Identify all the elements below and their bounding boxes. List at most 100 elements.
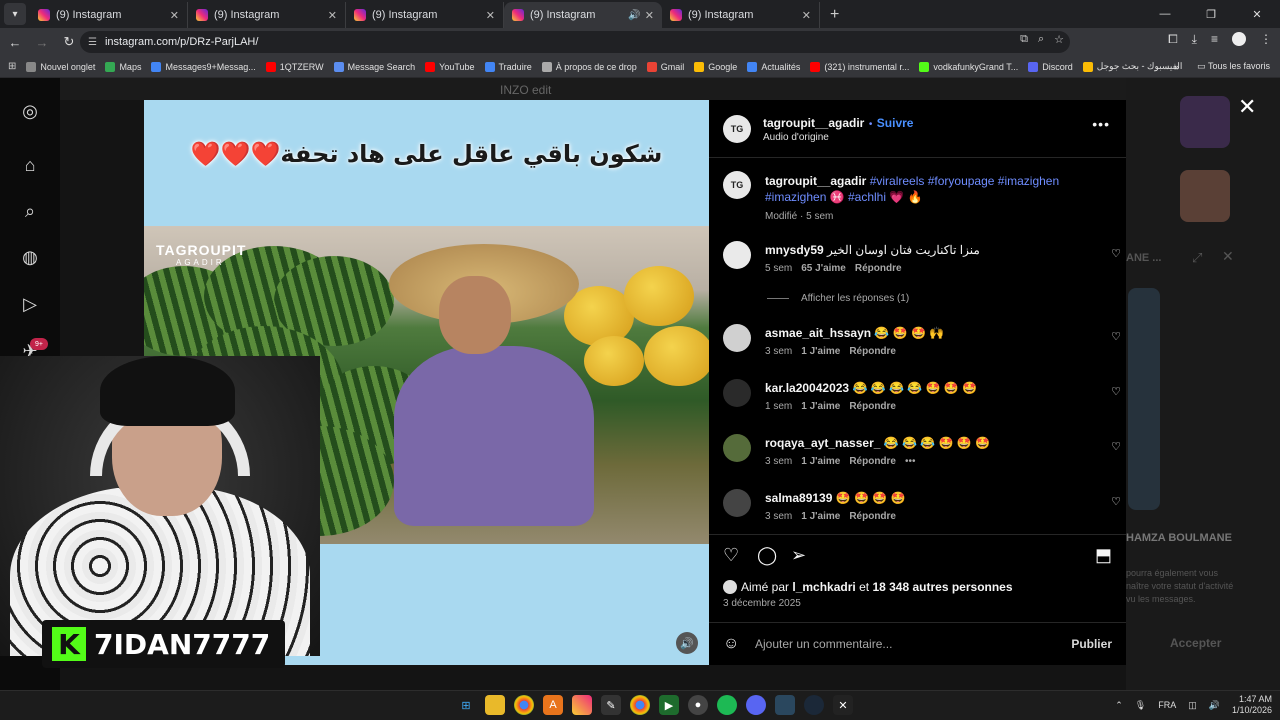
bookmark-item[interactable]: Nouvel onglet xyxy=(26,61,95,72)
like-heart-icon[interactable]: ♡ xyxy=(723,545,739,566)
caption-author-avatar[interactable]: TG xyxy=(723,171,751,199)
browser-tab[interactable]: (9) Instagram ✕ xyxy=(188,2,346,28)
comment-more-icon[interactable]: ••• xyxy=(905,456,916,467)
view-replies-button[interactable]: Afficher les réponses (1) xyxy=(767,293,909,304)
browser-tab-active[interactable]: (9) Instagram 🔊 ✕ xyxy=(504,2,662,28)
app-icon[interactable]: A xyxy=(543,695,563,715)
spotify-icon[interactable] xyxy=(717,695,737,715)
follow-button[interactable]: Suivre xyxy=(877,116,914,130)
commenter-avatar[interactable] xyxy=(723,241,751,269)
extensions-icon[interactable]: ⧠ xyxy=(1168,32,1178,47)
commenter-avatar[interactable] xyxy=(723,434,751,462)
all-bookmarks-button[interactable]: ▭ Tous les favoris xyxy=(1197,61,1270,72)
comment-likes[interactable]: 1 J'aime xyxy=(801,511,840,522)
author-avatar[interactable]: TG xyxy=(723,115,751,143)
browser-tab[interactable]: (9) Instagram ✕ xyxy=(662,2,820,28)
obs-icon[interactable]: ● xyxy=(688,695,708,715)
home-icon[interactable]: ⌂ xyxy=(19,154,41,176)
browser-tab[interactable]: (9) Instagram ✕ xyxy=(346,2,504,28)
bookmark-item[interactable]: Discord xyxy=(1028,61,1073,72)
commenter-username[interactable]: salma89139 xyxy=(765,491,832,505)
publish-button[interactable]: Publier xyxy=(1071,637,1112,651)
reply-button[interactable]: Répondre xyxy=(849,456,896,467)
liked-by-others[interactable]: 18 348 autres personnes xyxy=(872,580,1012,594)
emoji-picker-icon[interactable]: ☺ xyxy=(723,635,739,653)
comment-like-heart-icon[interactable]: ♡ xyxy=(1111,247,1121,260)
reply-button[interactable]: Répondre xyxy=(849,511,896,522)
x-app-icon[interactable]: ✕ xyxy=(833,695,853,715)
reels-icon[interactable]: ▷ xyxy=(19,293,41,315)
new-tab-icon[interactable]: + xyxy=(830,6,839,24)
bookmark-item[interactable]: À propos de ce drop xyxy=(541,61,637,72)
reload-icon[interactable]: ↻ xyxy=(57,30,81,54)
close-tab-icon[interactable]: ✕ xyxy=(645,9,654,22)
chrome-active-icon[interactable] xyxy=(630,695,650,715)
bookmark-item[interactable]: vodkafunkyGrand T... xyxy=(919,61,1018,72)
close-tab-icon[interactable]: ✕ xyxy=(802,9,811,22)
site-info-icon[interactable]: ☰ xyxy=(88,37,97,48)
app-icon[interactable]: ▶ xyxy=(659,695,679,715)
commenter-username[interactable]: asmae_ait_hssayn xyxy=(765,326,871,340)
tab-search-button[interactable]: ▾ xyxy=(4,3,26,25)
back-icon[interactable]: ← xyxy=(3,30,27,54)
restore-icon[interactable]: ❐ xyxy=(1188,0,1234,28)
comment-like-heart-icon[interactable]: ♡ xyxy=(1111,330,1121,343)
commenter-avatar[interactable] xyxy=(723,379,751,407)
steam-icon[interactable] xyxy=(775,695,795,715)
close-tab-icon[interactable]: ✕ xyxy=(328,9,337,22)
comment-like-heart-icon[interactable]: ♡ xyxy=(1111,495,1121,508)
commenter-username[interactable]: roqaya_ayt_nasser_ xyxy=(765,436,880,450)
network-icon[interactable]: ◫ xyxy=(1188,700,1197,711)
save-bookmark-icon[interactable]: ⬒ xyxy=(1095,545,1112,566)
url-field[interactable]: ☰ instagram.com/p/DRz-ParjLAH/ ⧉ ⌕ ☆ xyxy=(80,31,1070,53)
caption-hashtags[interactable]: #viralreels #foryoupage #imazighen xyxy=(870,174,1059,188)
steam-client-icon[interactable] xyxy=(804,695,824,715)
discord-icon[interactable] xyxy=(746,695,766,715)
caption-username[interactable]: tagroupit__agadir xyxy=(765,174,866,188)
bookmark-item[interactable]: YouTube xyxy=(425,61,475,72)
app-icon[interactable]: ✎ xyxy=(601,695,621,715)
bookmark-item[interactable]: (321) instrumental r... xyxy=(810,61,909,72)
install-app-icon[interactable]: ⧉ xyxy=(1020,33,1028,46)
commenter-avatar[interactable] xyxy=(723,489,751,517)
volume-icon[interactable]: 🔊 xyxy=(1209,700,1220,711)
bookmark-item[interactable]: Google xyxy=(694,61,737,72)
bookmark-item[interactable]: 1QTZERW xyxy=(265,61,324,72)
comment-likes[interactable]: 65 J'aime xyxy=(801,263,846,274)
star-icon[interactable]: ☆ xyxy=(1054,33,1064,46)
clock[interactable]: 1:47 AM 1/10/2026 xyxy=(1232,694,1272,716)
comment-like-heart-icon[interactable]: ♡ xyxy=(1111,385,1121,398)
menu-kebab-icon[interactable]: ⋮ xyxy=(1260,32,1272,47)
comment-likes[interactable]: 1 J'aime xyxy=(801,401,840,412)
instagram-app-icon[interactable] xyxy=(572,695,592,715)
apps-grid-icon[interactable]: ⊞ xyxy=(8,61,16,72)
share-icon[interactable]: ➢ xyxy=(791,545,806,566)
commenter-username[interactable]: kar.la20042023 xyxy=(765,381,849,395)
forward-icon[interactable]: → xyxy=(30,30,54,54)
bookmark-item[interactable]: Traduire xyxy=(484,61,532,72)
bookmark-item[interactable]: Messages9+Messag... xyxy=(151,61,256,72)
zoom-icon[interactable]: ⌕ xyxy=(1038,33,1044,46)
reply-button[interactable]: Répondre xyxy=(849,401,896,412)
microphone-icon[interactable]: 🎙 xyxy=(1135,700,1146,711)
more-options-icon[interactable]: ••• xyxy=(1092,116,1110,132)
liked-by-user[interactable]: l_mchkadri xyxy=(792,580,855,594)
chrome-icon[interactable] xyxy=(514,695,534,715)
speaker-icon[interactable]: 🔊 xyxy=(628,10,640,21)
explore-icon[interactable]: ◍ xyxy=(19,246,41,268)
commenter-avatar[interactable] xyxy=(723,324,751,352)
instagram-logo-icon[interactable]: ◎ xyxy=(19,100,41,122)
bookmark-item[interactable]: Gmail xyxy=(646,61,684,72)
bookmark-item[interactable]: Actualités xyxy=(747,61,800,72)
browser-tab[interactable]: (9) Instagram ✕ xyxy=(30,2,188,28)
commenter-username[interactable]: mnysdy59 xyxy=(765,243,824,257)
download-icon[interactable]: ⤓ xyxy=(1192,32,1197,47)
comment-likes[interactable]: 1 J'aime xyxy=(801,346,840,357)
tray-chevron-icon[interactable]: ⌃ xyxy=(1115,700,1123,711)
language-indicator[interactable]: FRA xyxy=(1158,700,1176,710)
reply-button[interactable]: Répondre xyxy=(849,346,896,357)
author-username[interactable]: tagroupit__agadir xyxy=(763,116,864,130)
comment-input[interactable]: Ajouter un commentaire... xyxy=(755,637,892,651)
comment-likes[interactable]: 1 J'aime xyxy=(801,456,840,467)
bookmark-item[interactable]: Maps xyxy=(105,61,141,72)
